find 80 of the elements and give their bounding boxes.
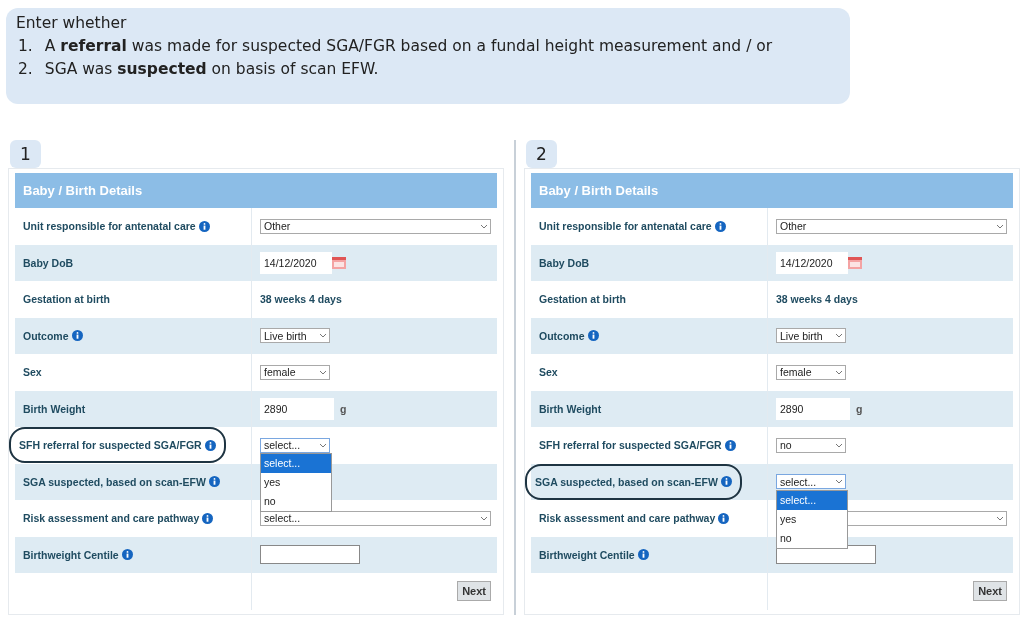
info-icon[interactable] — [71, 330, 83, 342]
info-icon[interactable] — [718, 512, 730, 524]
dropdown[interactable]: select... — [260, 437, 330, 453]
instruction-intro: Enter whether — [16, 14, 128, 32]
field-label: Birthweight Centile — [23, 545, 133, 564]
next-button[interactable]: Next — [973, 581, 1007, 602]
field-label: Birthweight Centile — [539, 545, 649, 564]
field-label: Sex — [23, 365, 42, 381]
dropdown-option[interactable]: yes — [261, 473, 331, 492]
field-label: Gestation at birth — [539, 292, 626, 308]
field-label: SGA suspected, based on scan-EFW — [23, 472, 220, 491]
caret-icon — [478, 223, 490, 229]
dropdown[interactable]: select... — [260, 510, 491, 526]
instruction-text: A referral was made for suspected SGA/FGR based on a fundal height measurement and / or — [44, 37, 773, 55]
dropdown[interactable]: Live birth — [776, 328, 846, 344]
caret-icon — [833, 333, 845, 339]
date-field[interactable]: 14/12/2020 — [260, 251, 332, 274]
dropdown-option[interactable]: yes — [777, 509, 847, 529]
calendar-icon[interactable] — [332, 256, 346, 269]
unit-label: g — [856, 402, 863, 415]
weight-field[interactable]: 2890 — [776, 397, 850, 420]
info-icon[interactable] — [587, 330, 599, 342]
info-icon[interactable] — [724, 439, 736, 451]
section-header: Baby / Birth Details — [15, 173, 497, 208]
info-icon[interactable] — [208, 476, 220, 488]
info-icon[interactable] — [714, 220, 726, 232]
caret-icon — [317, 333, 329, 339]
instruction-text: SGA was suspected on basis of scan EFW. — [44, 60, 379, 78]
caret-icon — [833, 479, 845, 485]
field-label: SGA suspected, based on scan-EFW — [525, 463, 742, 500]
field-label: Sex — [539, 365, 558, 381]
info-icon[interactable] — [204, 439, 216, 451]
info-icon[interactable] — [121, 549, 133, 561]
caret-icon — [317, 369, 329, 375]
field-label: Risk assessment and care pathway — [539, 509, 730, 528]
field-label: Outcome — [23, 326, 83, 345]
next-button[interactable]: Next — [457, 581, 491, 602]
dropdown-option[interactable]: no — [261, 492, 331, 511]
caret-icon — [994, 223, 1006, 229]
field-label: SFH referral for suspected SGA/FGR — [539, 436, 736, 455]
dropdown[interactable]: Other — [260, 218, 491, 234]
centile-field[interactable] — [260, 545, 360, 565]
calendar-icon[interactable] — [848, 256, 862, 269]
caret-icon — [994, 515, 1006, 521]
dropdown-option[interactable]: select... — [777, 490, 847, 510]
field-label: Outcome — [539, 326, 599, 345]
dropdown[interactable]: select... — [776, 474, 846, 490]
list-number: 2. — [18, 60, 33, 78]
dropdown[interactable]: no — [776, 437, 846, 453]
caret-icon — [833, 442, 845, 448]
step-number-badge: 2 — [526, 140, 557, 168]
gestation-value: 38 weeks 4 days — [260, 293, 342, 306]
caret-icon — [317, 442, 329, 448]
field-label: Unit responsible for antenatal care — [23, 217, 210, 236]
field-label: Unit responsible for antenatal care — [539, 217, 726, 236]
field-label: Birth Weight — [23, 401, 86, 417]
caret-icon — [833, 369, 845, 375]
date-field[interactable]: 14/12/2020 — [776, 251, 848, 274]
dropdown[interactable]: female — [776, 364, 846, 380]
field-label: Gestation at birth — [23, 292, 110, 308]
gestation-value: 38 weeks 4 days — [776, 293, 858, 306]
info-icon[interactable] — [720, 476, 732, 488]
dropdown[interactable]: Other — [776, 218, 1007, 234]
field-label: Risk assessment and care pathway — [23, 509, 214, 528]
step-number-badge: 1 — [10, 140, 41, 168]
weight-field[interactable]: 2890 — [260, 397, 334, 420]
dropdown-option[interactable]: select... — [261, 454, 331, 473]
section-header: Baby / Birth Details — [531, 173, 1013, 208]
dropdown-option[interactable]: no — [777, 528, 847, 548]
dropdown[interactable]: Live birth — [260, 328, 330, 344]
info-icon[interactable] — [202, 512, 214, 524]
caret-icon — [478, 515, 490, 521]
dropdown[interactable]: female — [260, 364, 330, 380]
info-icon[interactable] — [637, 549, 649, 561]
list-number: 1. — [18, 37, 33, 55]
unit-label: g — [340, 402, 347, 415]
field-label: Baby DoB — [539, 255, 590, 271]
field-label: Baby DoB — [23, 255, 74, 271]
field-label: Birth Weight — [539, 401, 602, 417]
info-icon[interactable] — [198, 220, 210, 232]
